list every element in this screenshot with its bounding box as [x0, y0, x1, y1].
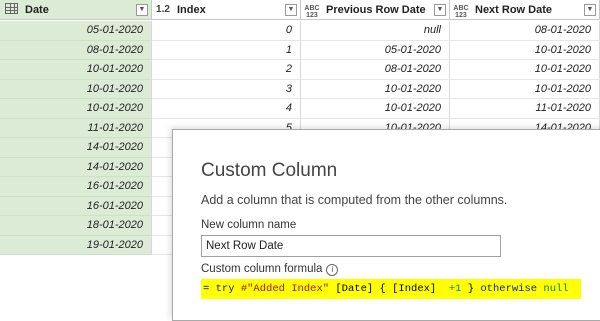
table-cell[interactable]: 08-01-2020 — [0, 40, 152, 60]
table-cell[interactable]: 08-01-2020 — [301, 60, 450, 80]
column-header-next-row-date[interactable]: ABC 123 Next Row Date ▼ — [450, 0, 600, 20]
custom-column-formula-label: Custom column formula — [201, 263, 323, 275]
table-cell[interactable]: 14-01-2020 — [0, 157, 152, 177]
formula-otherwise: otherwise — [480, 283, 538, 295]
table-cell[interactable]: 18-01-2020 — [0, 216, 152, 236]
formula-brace-open: { — [379, 283, 386, 295]
table-cell[interactable]: 10-01-2020 — [450, 60, 600, 80]
decimal-type-icon[interactable]: 1.2 — [152, 4, 174, 15]
formula-field-date: [Date] — [335, 283, 374, 295]
custom-column-dialog: Custom Column Add a column that is compu… — [172, 129, 600, 321]
chevron-down-icon[interactable]: ▼ — [434, 3, 446, 16]
column-header-label: Previous Row Date — [326, 3, 426, 16]
column-date: 05-01-2020 08-01-2020 10-01-2020 10-01-2… — [0, 21, 152, 255]
formula-plus-one: +1 — [448, 283, 462, 295]
table-cell[interactable]: 10-01-2020 — [301, 99, 450, 119]
table-cell[interactable]: 2 — [152, 60, 301, 80]
chevron-down-icon[interactable]: ▼ — [136, 3, 148, 16]
chevron-down-icon[interactable]: ▼ — [285, 3, 297, 16]
column-header-index[interactable]: 1.2 Index ▼ — [152, 0, 301, 20]
column-header-label: Index — [177, 3, 206, 16]
new-column-name-input[interactable]: Next Row Date — [201, 235, 501, 257]
table-cell[interactable]: 10-01-2020 — [0, 79, 152, 99]
table-cell[interactable]: 11-01-2020 — [450, 99, 600, 119]
table-cell[interactable]: 05-01-2020 — [0, 21, 152, 41]
dialog-title: Custom Column — [201, 160, 338, 181]
table-cell[interactable]: 14-01-2020 — [0, 138, 152, 158]
table-cell[interactable]: 10-01-2020 — [0, 60, 152, 80]
dialog-description: Add a column that is computed from the o… — [201, 193, 508, 207]
formula-try: try — [215, 283, 235, 295]
any-type-icon[interactable]: ABC 123 — [301, 1, 323, 19]
formula-prefix: = — [203, 283, 216, 295]
chevron-down-icon[interactable]: ▼ — [584, 3, 596, 16]
table-cell[interactable]: 16-01-2020 — [0, 196, 152, 216]
formula-label-row: Custom column formula i — [201, 263, 339, 276]
formula-step-name: #"Added Index" — [240, 283, 330, 295]
table-cell[interactable]: 16-01-2020 — [0, 177, 152, 197]
table-cell[interactable]: 10-01-2020 — [450, 40, 600, 60]
new-column-name-label: New column name — [201, 219, 297, 231]
table-cell[interactable]: null — [301, 21, 450, 41]
column-header-label: Next Row Date — [475, 3, 553, 16]
table-cell[interactable]: 1 — [152, 40, 301, 60]
formula-null: null — [543, 283, 569, 295]
formula-editor[interactable]: = try #"Added Index" [Date] { [Index] +1… — [201, 279, 581, 299]
table-icon[interactable] — [0, 2, 22, 17]
formula-brace-close: } — [467, 283, 475, 295]
table-cell[interactable]: 4 — [152, 99, 301, 119]
any-type-icon[interactable]: ABC 123 — [450, 1, 472, 19]
table-cell[interactable]: 0 — [152, 21, 301, 41]
column-header-previous-row-date[interactable]: ABC 123 Previous Row Date ▼ — [301, 0, 450, 20]
table-cell[interactable]: 11-01-2020 — [0, 118, 152, 138]
table-cell[interactable]: 08-01-2020 — [450, 21, 600, 41]
formula-field-index: [Index] — [392, 283, 437, 295]
table-cell[interactable]: 19-01-2020 — [0, 235, 152, 255]
table-cell[interactable]: 05-01-2020 — [301, 40, 450, 60]
table-cell[interactable]: 10-01-2020 — [301, 79, 450, 99]
table-cell[interactable]: 3 — [152, 79, 301, 99]
table-cell[interactable]: 10-01-2020 — [0, 99, 152, 119]
column-header-date[interactable]: Date ▼ — [0, 0, 152, 20]
column-header-label: Date — [25, 3, 49, 16]
table-cell[interactable]: 10-01-2020 — [450, 79, 600, 99]
info-icon[interactable]: i — [326, 264, 339, 276]
